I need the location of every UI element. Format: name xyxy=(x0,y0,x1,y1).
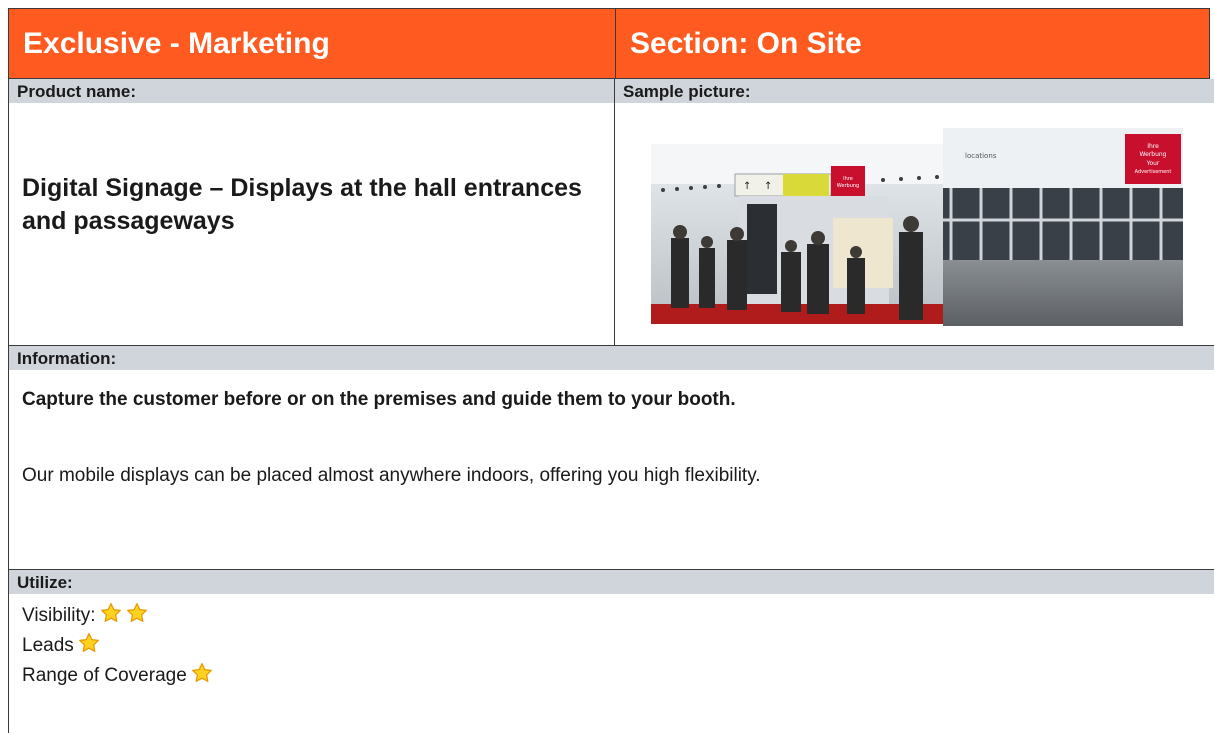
rating-range-of-coverage: Range of Coverage xyxy=(22,662,213,690)
svg-text:↑: ↑ xyxy=(764,181,772,192)
header-right-title: Section: On Site xyxy=(630,27,862,60)
header-left-title: Exclusive - Marketing xyxy=(23,27,330,60)
rating-label: Range of Coverage xyxy=(22,665,187,686)
utilize-label-bar: Utilize: xyxy=(8,570,1214,594)
rating-label: Leads xyxy=(22,635,74,656)
product-name: Digital Signage – Displays at the hall e… xyxy=(22,174,582,235)
sample-picture-label: Sample picture: xyxy=(623,82,751,101)
sample-picture-label-bar: Sample picture: xyxy=(614,79,1214,103)
svg-text:Ihre: Ihre xyxy=(843,176,853,182)
star-group xyxy=(74,633,100,656)
header-right: Section: On Site xyxy=(615,8,1210,79)
star-group xyxy=(96,603,148,626)
product-name-label-bar: Product name: xyxy=(8,79,614,103)
star-icon xyxy=(191,662,213,690)
star-icon xyxy=(100,602,122,630)
header-left: Exclusive - Marketing xyxy=(8,8,616,79)
information-label-bar: Information: xyxy=(8,346,1214,370)
divider xyxy=(614,79,615,346)
svg-text:locations: locations xyxy=(965,152,997,160)
star-group xyxy=(187,663,213,686)
svg-text:Werbung: Werbung xyxy=(837,183,859,189)
divider xyxy=(8,594,9,733)
sample-picture: ↑ ↑ Ihre Werbung Ihre Werbung Your Adver… xyxy=(651,128,1183,326)
information-headline: Capture the customer before or on the pr… xyxy=(22,389,736,410)
rating-label: Visibility: xyxy=(22,605,96,626)
svg-text:Werbung: Werbung xyxy=(1140,151,1167,158)
information-body: Our mobile displays can be placed almost… xyxy=(22,465,761,486)
product-name-label: Product name: xyxy=(17,82,137,101)
svg-text:Ihre: Ihre xyxy=(1147,143,1159,150)
star-icon xyxy=(126,602,148,630)
star-icon xyxy=(78,632,100,660)
information-label: Information: xyxy=(17,349,117,368)
rating-leads: Leads xyxy=(22,632,100,660)
divider xyxy=(8,370,9,570)
divider xyxy=(8,79,9,346)
rating-visibility: Visibility: xyxy=(22,602,148,630)
sample-photo-graphic: ↑ ↑ Ihre Werbung Ihre Werbung Your Adver… xyxy=(651,128,1183,326)
utilize-label: Utilize: xyxy=(17,573,73,592)
svg-text:Your: Your xyxy=(1146,160,1160,167)
svg-text:Advertisement: Advertisement xyxy=(1135,169,1172,175)
svg-text:↑: ↑ xyxy=(743,181,751,192)
